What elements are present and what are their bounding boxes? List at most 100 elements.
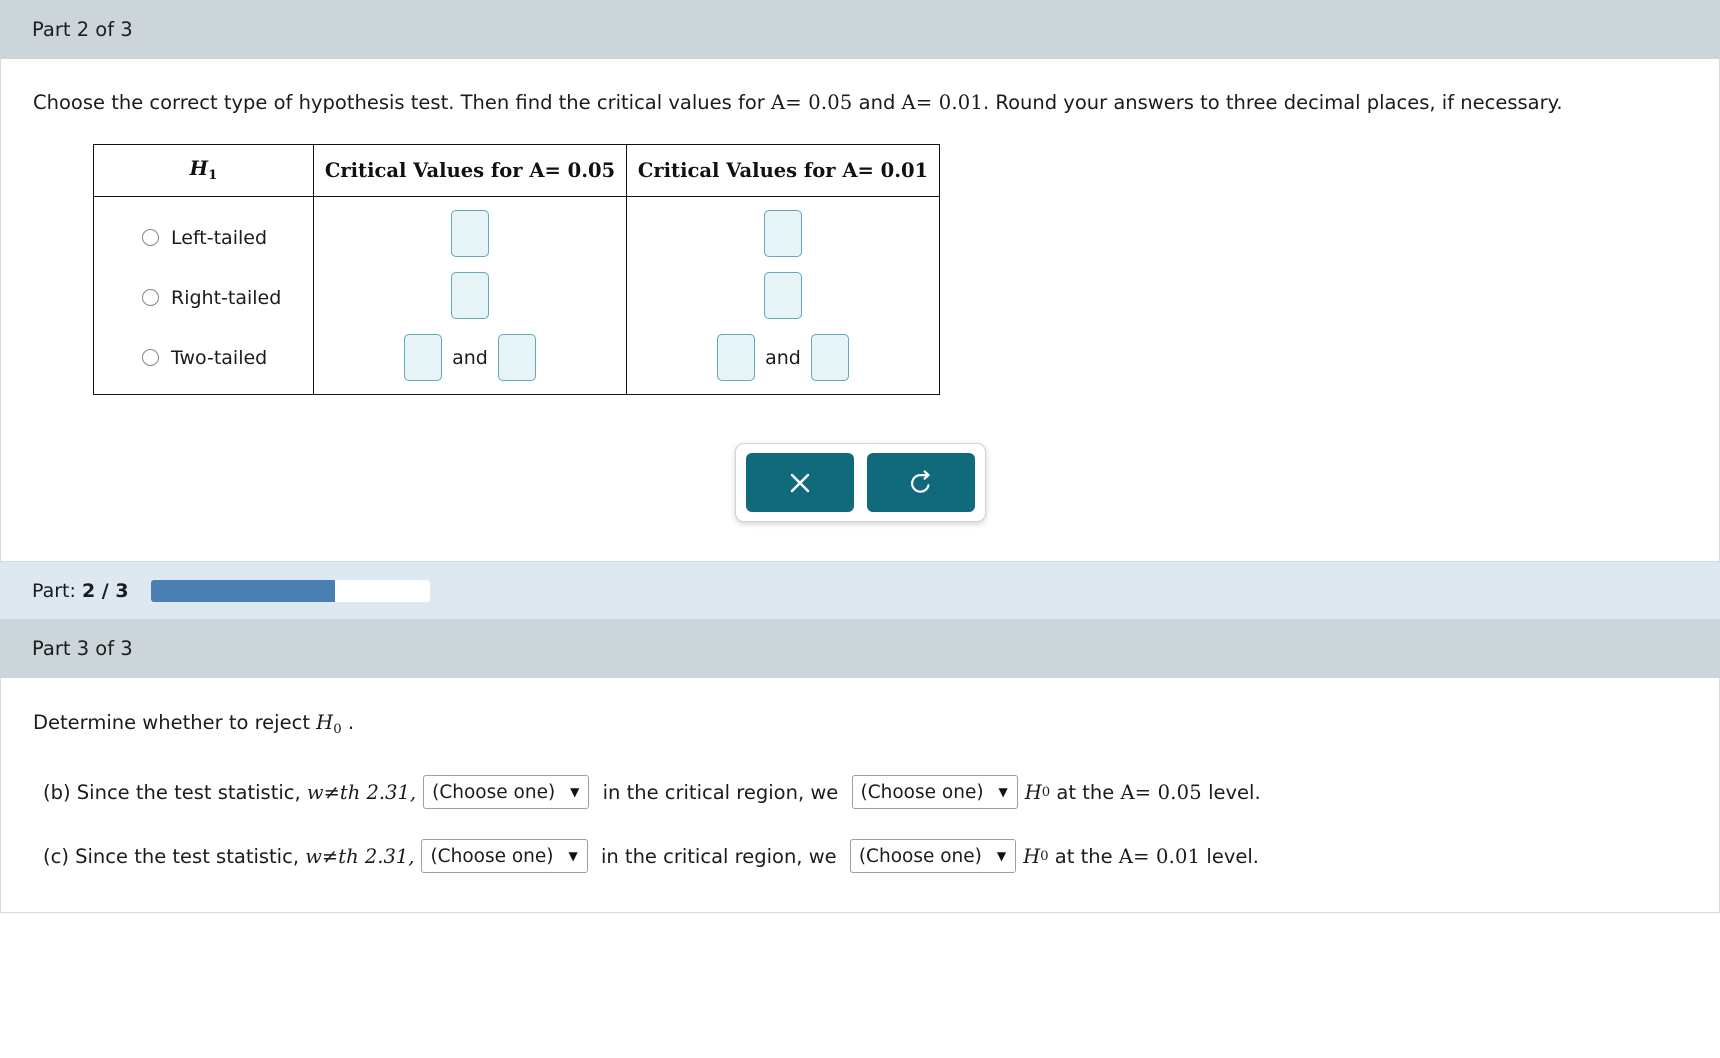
- input-right-tailed-005[interactable]: [451, 272, 489, 319]
- statement-line-b: (b) Since the test statistic, w≠th 2.31,…: [33, 775, 1687, 810]
- statement-c-select-region-value: (Choose one): [430, 845, 554, 867]
- undo-arrow-icon: [907, 469, 935, 497]
- part2-header: Part 2 of 3: [0, 0, 1720, 59]
- progress-current: 2: [81, 579, 96, 602]
- statement-b-alpha: A= 0.05: [1120, 780, 1202, 804]
- answer-row-right-tailed-001: [627, 272, 939, 319]
- critical-values-001-cell: and: [626, 196, 940, 395]
- answer-column-005: and: [314, 206, 626, 386]
- part3-body: Determine whether to reject H0 . (b) Sin…: [0, 678, 1720, 913]
- statement-b-marker: (b): [43, 780, 77, 804]
- critical-values-table-wrapper: H1 Critical Values for A= 0.05 Critical …: [93, 144, 1687, 395]
- statement-b-select-region[interactable]: (Choose one) ▼: [423, 775, 590, 810]
- input-two-tailed-005-lower[interactable]: [404, 334, 443, 381]
- table-header-row: H1 Critical Values for A= 0.05 Critical …: [93, 144, 940, 197]
- input-left-tailed-005[interactable]: [451, 210, 489, 257]
- determine-period: .: [341, 711, 355, 734]
- statement-c-marker: (c): [43, 844, 76, 868]
- h1-symbol: H: [189, 157, 209, 181]
- determine-text: Determine whether to reject: [33, 711, 317, 734]
- statement-b-post: level.: [1201, 780, 1261, 804]
- chevron-down-icon: ▼: [998, 785, 1008, 800]
- part2-question-text: Choose the correct type of hypothesis te…: [33, 87, 1623, 118]
- clear-button[interactable]: [745, 453, 854, 512]
- radio-circle-icon[interactable]: [142, 349, 159, 366]
- reset-button[interactable]: [866, 453, 975, 512]
- action-toolbar-wrapper: [33, 443, 1687, 522]
- input-left-tailed-001[interactable]: [764, 210, 802, 257]
- part3-header-label: Part 3 of 3: [32, 637, 133, 660]
- answer-row-right-tailed-005: [314, 272, 626, 319]
- statement-c-select-decision-value: (Choose one): [858, 845, 982, 867]
- statement-c-h0: H: [1023, 844, 1041, 868]
- progress-label: Part: 2 / 3: [32, 580, 129, 602]
- answer-row-two-tailed-005: and: [314, 334, 626, 381]
- statement-b-h0-subscript: 0: [1041, 784, 1051, 800]
- progress-fill: [150, 579, 335, 602]
- chevron-down-icon: ▼: [996, 849, 1007, 864]
- hypothesis-radio-group: Left-tailed Right-tailed Two-tailed: [94, 206, 313, 386]
- statement-c-select-region[interactable]: (Choose one) ▼: [421, 839, 588, 874]
- input-two-tailed-001-lower[interactable]: [717, 334, 756, 381]
- exercise-page: Part 2 of 3 Choose the correct type of h…: [0, 0, 1720, 1058]
- col-header-h1: H1: [93, 144, 314, 197]
- col-header-alpha-001: Critical Values for A= 0.01: [626, 144, 940, 197]
- action-toolbar: [734, 443, 986, 522]
- progress-total: 3: [115, 579, 129, 602]
- statement-b-math: w≠th 2.31,: [306, 780, 417, 804]
- radio-label-two-tailed: Two-tailed: [171, 346, 268, 369]
- statement-b-select-region-value: (Choose one): [432, 781, 556, 803]
- h0-subscript: 0: [333, 722, 342, 738]
- question-lead: Choose the correct type of hypothesis te…: [33, 91, 771, 114]
- part2-body: Choose the correct type of hypothesis te…: [0, 59, 1720, 562]
- radio-option-right-tailed[interactable]: Right-tailed: [94, 278, 313, 318]
- h1-subscript: 1: [208, 168, 218, 184]
- statement-b-select-decision[interactable]: (Choose one) ▼: [851, 775, 1018, 810]
- part2-header-label: Part 2 of 3: [32, 18, 133, 41]
- statement-c-h0-subscript: 0: [1040, 848, 1049, 864]
- close-x-icon: [787, 470, 813, 496]
- progress-separator: /: [95, 579, 116, 602]
- radio-label-left-tailed: Left-tailed: [171, 226, 268, 249]
- col-header-alpha-005: Critical Values for A= 0.05: [313, 144, 627, 197]
- joiner-and-001: and: [765, 346, 801, 369]
- radio-option-two-tailed[interactable]: Two-tailed: [94, 338, 313, 378]
- statement-c-post-pre: at the: [1048, 844, 1119, 868]
- question-alpha-005: A= 0.05: [771, 91, 853, 114]
- answer-column-001: and: [627, 206, 939, 386]
- question-alpha-001: A= 0.01: [901, 91, 983, 114]
- hypothesis-options-cell: Left-tailed Right-tailed Two-tailed: [93, 196, 314, 395]
- input-two-tailed-001-upper[interactable]: [810, 334, 849, 381]
- question-mid: and: [852, 91, 902, 114]
- radio-label-right-tailed: Right-tailed: [171, 286, 282, 309]
- statement-b-select-decision-value: (Choose one): [860, 781, 984, 803]
- critical-values-005-cell: and: [313, 196, 627, 395]
- statement-c-post: level.: [1200, 844, 1260, 868]
- h0-symbol: H: [316, 711, 334, 734]
- answer-row-left-tailed-005: [314, 210, 626, 257]
- input-two-tailed-005-upper[interactable]: [497, 334, 536, 381]
- statement-c-math: w≠th 2.31,: [305, 844, 415, 868]
- question-tail: . Round your answers to three decimal pl…: [983, 91, 1563, 114]
- statement-b-mid: in the critical region, we: [596, 780, 845, 804]
- critical-values-table: H1 Critical Values for A= 0.05 Critical …: [93, 144, 940, 395]
- radio-option-left-tailed[interactable]: Left-tailed: [94, 218, 313, 258]
- statement-b-h0: H: [1024, 780, 1042, 804]
- joiner-and-005: and: [452, 346, 488, 369]
- answer-row-two-tailed-001: and: [627, 334, 939, 381]
- table-row: Left-tailed Right-tailed Two-tailed and …: [93, 196, 940, 395]
- statement-c-pre: Since the test statistic,: [75, 844, 306, 868]
- statement-b-pre: Since the test statistic,: [76, 780, 307, 804]
- progress-prefix: Part:: [32, 579, 82, 602]
- statement-c-mid: in the critical region, we: [594, 844, 843, 868]
- input-right-tailed-001[interactable]: [764, 272, 802, 319]
- progress-track: [150, 579, 430, 602]
- radio-circle-icon[interactable]: [142, 229, 159, 246]
- radio-circle-icon[interactable]: [142, 289, 159, 306]
- statement-c-alpha: A= 0.01: [1118, 844, 1201, 868]
- statement-b-post-pre: at the: [1050, 780, 1121, 804]
- statement-c-select-decision[interactable]: (Choose one) ▼: [849, 839, 1017, 874]
- part3-header: Part 3 of 3: [0, 619, 1720, 678]
- determine-line: Determine whether to reject H0 .: [33, 708, 1687, 745]
- answer-row-left-tailed-001: [627, 210, 939, 257]
